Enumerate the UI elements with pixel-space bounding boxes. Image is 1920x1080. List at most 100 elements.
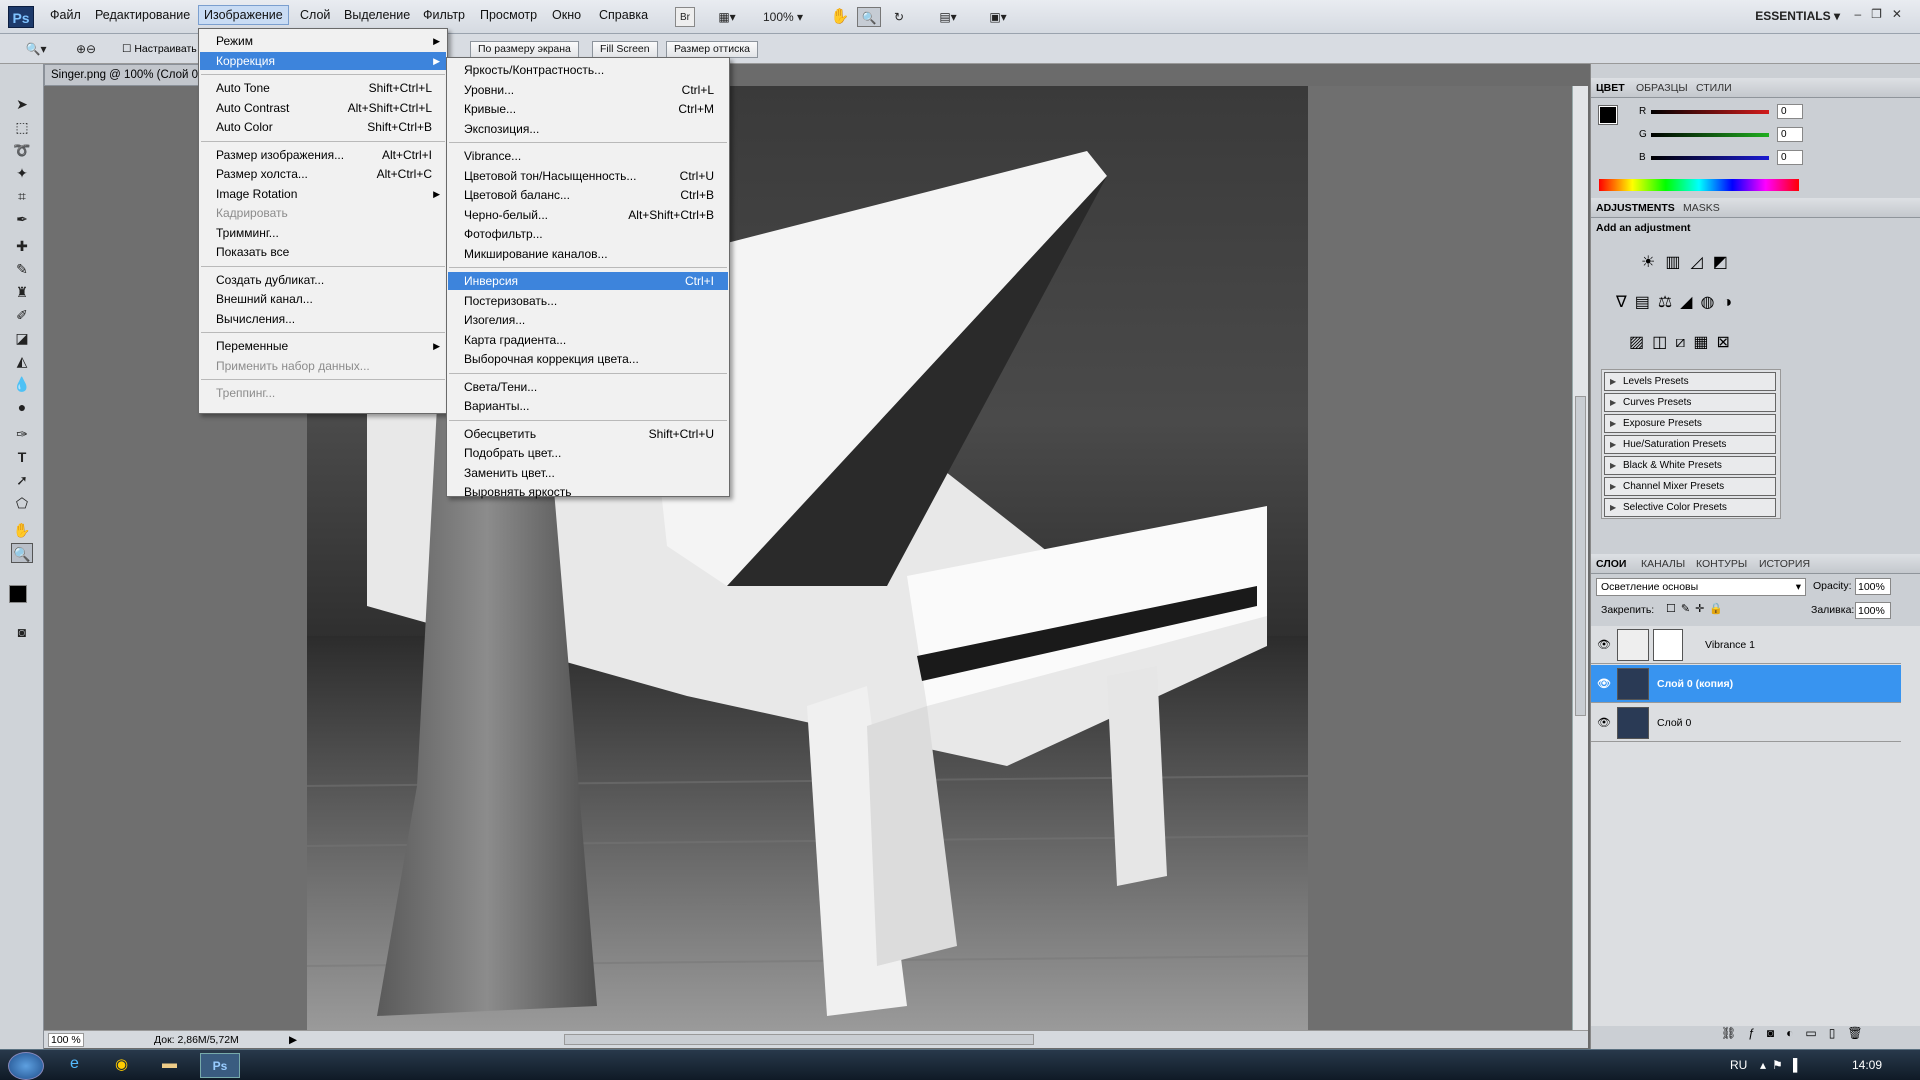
outlook-icon[interactable]: ◉ (115, 1055, 128, 1073)
tab-masks[interactable]: MASKS (1683, 202, 1720, 214)
horizontal-scrollbar-thumb[interactable] (564, 1034, 1034, 1045)
status-menu-arrow-icon[interactable]: ▶ (289, 1034, 297, 1046)
ie-icon[interactable]: e (70, 1055, 79, 1073)
move-tool-icon[interactable]: ➤ (11, 94, 33, 114)
tab-color[interactable]: ЦВЕТ (1596, 82, 1625, 94)
menu-item[interactable]: Экспозиция... (448, 120, 728, 138)
fit-screen-button[interactable]: По размеру экрана (470, 41, 579, 58)
menu-item[interactable]: Показать все (200, 243, 446, 261)
tab-paths[interactable]: КОНТУРЫ (1696, 558, 1747, 570)
tab-history[interactable]: ИСТОРИЯ (1759, 558, 1810, 570)
channel-value-field[interactable]: 0 (1777, 104, 1803, 119)
crop-tool-icon[interactable]: ⌗ (11, 186, 33, 206)
menu-item[interactable]: Размер изображения... Alt+Ctrl+I (200, 146, 446, 164)
bridge-icon[interactable]: Br (675, 7, 695, 27)
channel-slider[interactable] (1651, 133, 1769, 137)
tray-icons[interactable]: ▴⚑▐ (1760, 1058, 1803, 1072)
lasso-tool-icon[interactable]: ➰ (11, 140, 33, 160)
menu-item[interactable]: Цветовой баланс... Ctrl+B (448, 186, 728, 204)
menu-item[interactable]: Яркость/Контрастность... (448, 61, 728, 79)
layer-row-base[interactable]: 👁 Слой 0 (1591, 704, 1901, 742)
color-spectrum-bar[interactable] (1599, 179, 1799, 191)
menu-item[interactable]: Цветовой тон/Насыщенность... Ctrl+U (448, 167, 728, 185)
preset-channel-mixer[interactable]: Channel Mixer Presets (1604, 477, 1776, 496)
preset-exposure[interactable]: Exposure Presets (1604, 414, 1776, 433)
hand-icon[interactable]: ✋ (830, 7, 850, 27)
menu-item[interactable]: Заменить цвет... (448, 464, 728, 482)
channel-slider[interactable] (1651, 156, 1769, 160)
menu-item[interactable]: Выборочная коррекция цвета... (448, 350, 728, 368)
preset-curves[interactable]: Curves Presets (1604, 393, 1776, 412)
menu-filter[interactable]: Фильтр (423, 8, 465, 22)
arrange-documents-icon[interactable]: ▤▾ (930, 7, 966, 27)
layers-footer-icons[interactable]: ⛓ƒ◙◐▭▯🗑 (1721, 1026, 1875, 1040)
healing-brush-icon[interactable]: ✚ (11, 236, 33, 256)
menu-item[interactable]: Варианты... (448, 397, 728, 415)
blend-mode-select[interactable]: Осветление основы ▾ (1596, 578, 1806, 596)
fill-screen-button[interactable]: Fill Screen (592, 41, 658, 58)
tab-styles[interactable]: СТИЛИ (1696, 82, 1732, 94)
scrollbar-thumb[interactable] (1575, 396, 1586, 716)
menu-item[interactable]: Черно-белый... Alt+Shift+Ctrl+B (448, 206, 728, 224)
photoshop-taskbar-icon[interactable]: Ps (200, 1053, 240, 1078)
channel-value-field[interactable]: 0 (1777, 150, 1803, 165)
menu-item[interactable]: Переменные ▶ (200, 337, 446, 355)
eye-icon[interactable]: 👁 (1597, 638, 1611, 651)
pen-tool-icon[interactable]: ✑ (11, 424, 33, 444)
menu-item[interactable]: Фотофильтр... (448, 225, 728, 243)
print-size-button[interactable]: Размер оттиска (666, 41, 759, 58)
menu-item[interactable]: Auto Contrast Alt+Shift+Ctrl+L (200, 99, 446, 117)
menu-item[interactable]: Внешний канал... (200, 290, 446, 308)
tab-channels[interactable]: КАНАЛЫ (1641, 558, 1685, 570)
resize-windows-checkbox[interactable]: ☐ Настраивать (122, 43, 197, 55)
menu-item[interactable]: Создать дубликат... (200, 271, 446, 289)
menu-item[interactable]: Коррекция ▶ (200, 51, 446, 70)
preset-levels[interactable]: Levels Presets (1604, 372, 1776, 391)
clone-stamp-icon[interactable]: ♜ (11, 282, 33, 302)
menu-item[interactable]: Изогелия... (448, 311, 728, 329)
channel-value-field[interactable]: 0 (1777, 127, 1803, 142)
menu-file[interactable]: Файл (50, 8, 81, 22)
dodge-tool-icon[interactable]: ● (11, 397, 33, 417)
menu-item[interactable]: Подобрать цвет... (448, 444, 728, 462)
menu-layer[interactable]: Слой (300, 8, 330, 22)
window-controls[interactable]: –❐✕ (1855, 7, 1913, 21)
lock-icons[interactable]: ☐✎✛🔒 (1666, 602, 1728, 615)
tab-adjustments[interactable]: ADJUSTMENTS (1596, 202, 1675, 214)
start-button[interactable] (8, 1052, 44, 1080)
preset-black-white[interactable]: Black & White Presets (1604, 456, 1776, 475)
channel-slider[interactable] (1651, 110, 1769, 114)
menu-help[interactable]: Справка (599, 8, 648, 22)
tab-layers[interactable]: СЛОИ (1596, 558, 1626, 570)
fill-field[interactable]: 100% (1855, 602, 1891, 619)
history-brush-icon[interactable]: ✐ (11, 305, 33, 325)
menu-item[interactable]: Кривые... Ctrl+M (448, 100, 728, 118)
menu-item[interactable]: Уровни... Ctrl+L (448, 81, 728, 99)
menu-item[interactable]: Инверсия Ctrl+I (448, 272, 728, 290)
zoom-in-out-icon[interactable]: ⊕⊖ (68, 39, 104, 59)
menu-item[interactable]: Размер холста... Alt+Ctrl+C (200, 165, 446, 183)
menu-item[interactable]: Image Rotation ▶ (200, 185, 446, 203)
zoom-tool-icon[interactable]: 🔍 (857, 7, 881, 27)
menu-item[interactable]: Постеризовать... (448, 292, 728, 310)
blur-tool-icon[interactable]: 💧 (11, 374, 33, 394)
language-indicator[interactable]: RU (1730, 1058, 1747, 1072)
marquee-tool-icon[interactable]: ⬚ (11, 117, 33, 137)
menu-edit[interactable]: Редактирование (95, 8, 190, 22)
panel-foreground-swatch[interactable] (1598, 105, 1618, 125)
canvas-vertical-scrollbar[interactable] (1572, 86, 1588, 1031)
preset-selective-color[interactable]: Selective Color Presets (1604, 498, 1776, 517)
preset-hue-saturation[interactable]: Hue/Saturation Presets (1604, 435, 1776, 454)
minibridge-icon[interactable]: ▦▾ (710, 7, 744, 27)
menu-item[interactable]: Микширование каналов... (448, 245, 728, 263)
brush-tool-icon[interactable]: ✎ (11, 259, 33, 279)
paint-bucket-icon[interactable]: ◭ (11, 351, 33, 371)
adjustment-icons-row2[interactable]: ∇▤⚖◢◍◑ (1616, 292, 1740, 312)
menu-item[interactable]: Обесцветить Shift+Ctrl+U (448, 425, 728, 443)
eye-icon[interactable]: 👁 (1597, 677, 1611, 690)
menu-view[interactable]: Просмотр (480, 8, 537, 22)
menu-item[interactable]: Vibrance... (448, 147, 728, 165)
zoom-field[interactable]: 100 % (48, 1033, 84, 1047)
type-tool-icon[interactable]: T (11, 447, 33, 467)
menu-item[interactable]: Режим ▶ (200, 32, 446, 50)
